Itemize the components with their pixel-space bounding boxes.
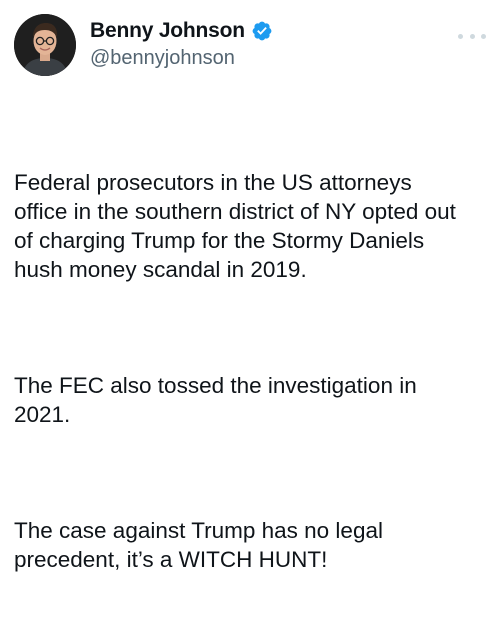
tweet-card: Benny Johnson @bennyjohnson Federal pros… xyxy=(0,0,500,572)
more-options-icon[interactable] xyxy=(458,30,486,42)
avatar-image xyxy=(14,14,76,76)
avatar[interactable] xyxy=(14,14,76,76)
verified-badge-icon xyxy=(251,20,273,42)
tweet-paragraph: The FEC also tossed the investigation in… xyxy=(14,373,417,427)
tweet-header: Benny Johnson @bennyjohnson xyxy=(14,14,486,78)
tweet-paragraph: Federal prosecutors in the US attorneys … xyxy=(14,170,456,282)
more-dot xyxy=(481,33,486,39)
more-dot xyxy=(469,33,475,39)
tweet-paragraph: The case against Trump has no legal prec… xyxy=(14,518,383,572)
tweet-text: Federal prosecutors in the US attorneys … xyxy=(14,110,484,632)
author-handle[interactable]: @bennyjohnson xyxy=(90,47,273,70)
author-block: Benny Johnson @bennyjohnson xyxy=(90,18,273,70)
more-dot xyxy=(458,33,463,39)
display-name[interactable]: Benny Johnson xyxy=(90,19,245,43)
display-name-row: Benny Johnson xyxy=(90,18,273,44)
